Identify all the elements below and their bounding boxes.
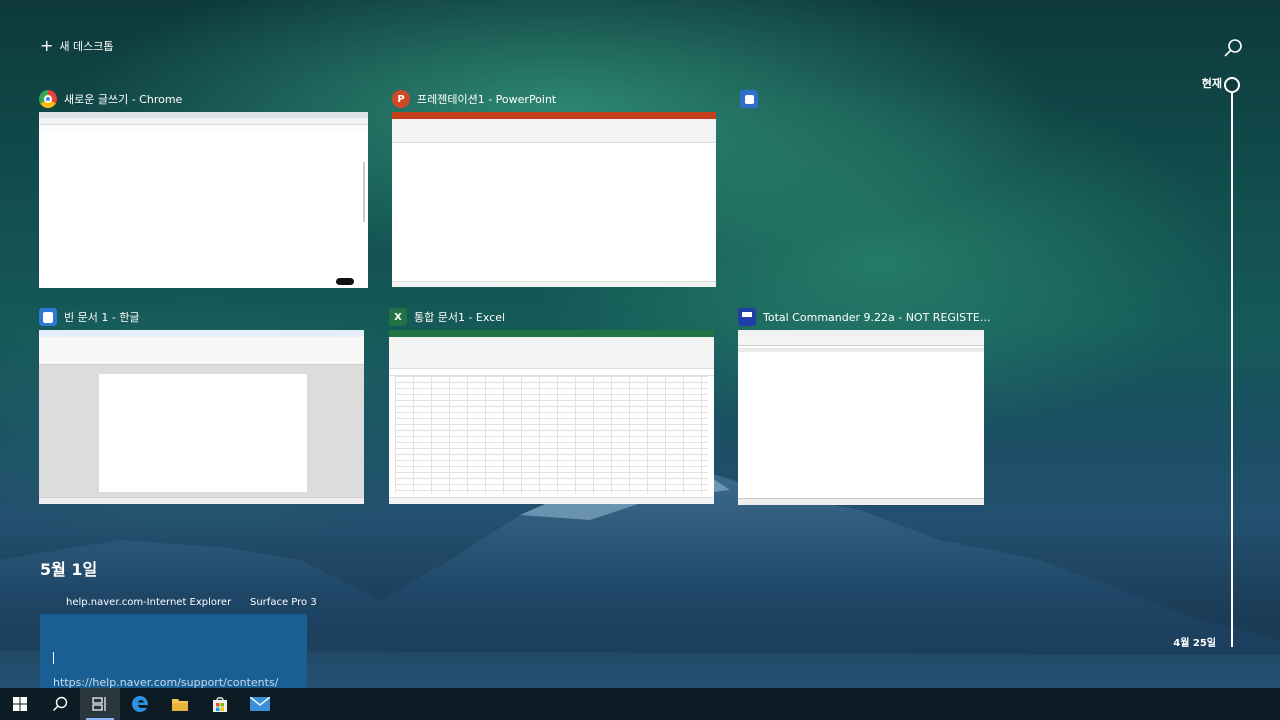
history-card-ie[interactable]: https://help.naver.com/support/contents/ [40,614,307,688]
plus-icon: + [40,36,54,55]
history-card-url: https://help.naver.com/support/contents/ [53,676,279,688]
window-powerpoint[interactable]: P 프레젠테이션1 - PowerPoint [392,90,716,287]
new-desktop-button[interactable]: + 새 데스크톱 [40,38,114,54]
store-icon [213,697,227,712]
window-hangul[interactable]: 빈 문서 1 - 한글 [39,308,364,504]
app-icon [740,90,758,108]
start-button[interactable] [0,688,40,720]
floppy-disk-icon [738,308,756,326]
window-title: X 통합 문서1 - Excel [389,308,505,326]
text-caret [53,652,54,664]
window-title-text: 통합 문서1 - Excel [414,311,506,324]
mail-icon [250,697,270,711]
timeline-scrubber-handle[interactable] [1224,77,1240,93]
new-desktop-label: 새 데스크톱 [59,40,114,53]
window-title [740,90,765,108]
window-title: P 프레젠테이션1 - PowerPoint [392,90,556,108]
timeline-date-label: 4월 25일 [1173,638,1216,649]
chrome-icon [39,90,57,108]
window-title: Total Commander 9.22a - NOT REGISTE... [738,308,990,326]
timeline-now-label: 현재 [1201,77,1222,90]
file-explorer-button[interactable] [160,688,200,720]
file-explorer-icon [172,699,188,711]
edge-icon [132,696,148,712]
task-view-icon [92,697,106,711]
window-total-commander[interactable]: Total Commander 9.22a - NOT REGISTE... [738,308,990,505]
task-view-button[interactable] [80,688,120,720]
window-excel[interactable]: X 통합 문서1 - Excel [389,308,714,504]
search-icon [53,696,68,711]
store-button[interactable] [200,688,240,720]
window-title: 새로운 글쓰기 - Chrome [39,90,182,108]
window-thumbnail [39,112,368,288]
windows-start-icon [13,697,27,711]
window-title: 빈 문서 1 - 한글 [39,308,140,326]
window-thumbnail [389,330,714,504]
window-title-text: Total Commander 9.22a - NOT REGISTE... [763,310,991,324]
history-item-label: help.naver.com-Internet Explorer [66,597,232,608]
window-unnamed-app[interactable] [740,90,760,113]
powerpoint-icon: P [392,90,410,108]
timeline-track[interactable] [1231,92,1233,647]
window-thumbnail [392,112,716,287]
window-thumbnail [39,330,364,504]
taskbar [0,688,1280,720]
window-title-text: 새로운 글쓰기 - Chrome [64,93,183,106]
window-title-text: 빈 문서 1 - 한글 [64,311,140,324]
timeline-search-button[interactable] [1222,38,1244,60]
edge-button[interactable] [120,688,160,720]
search-icon [1224,39,1242,57]
window-chrome[interactable]: 새로운 글쓰기 - Chrome [39,90,368,288]
window-thumbnail [738,330,984,505]
history-item-label: Surface Pro 3 [250,597,317,608]
mail-button[interactable] [240,688,280,720]
hangul-icon [39,308,57,326]
excel-icon: X [389,308,407,326]
taskbar-search-button[interactable] [40,688,80,720]
window-title-text: 프레젠테이션1 - PowerPoint [417,93,557,106]
history-date-header: 5월 1일 [40,560,98,579]
